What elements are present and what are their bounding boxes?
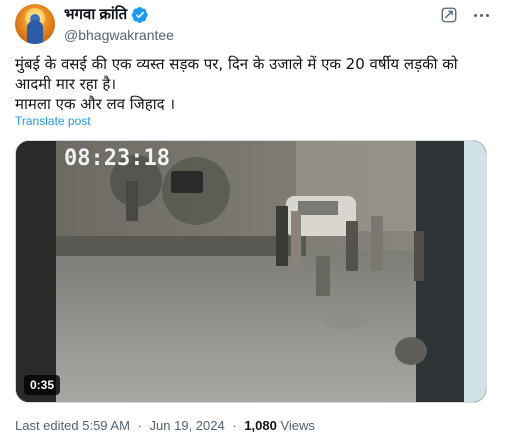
post-metadata: Last edited 5:59 AM · Jun 19, 2024 · 1,0…	[15, 418, 315, 434]
cctv-timestamp: 08:23:18	[64, 146, 170, 171]
post-time[interactable]: 5:59 AM	[82, 418, 130, 433]
views-label: Views	[280, 418, 315, 433]
video-duration-badge: 0:35	[24, 375, 61, 395]
more-icon[interactable]	[470, 5, 492, 25]
video-player[interactable]: 08:23:18 0:35	[15, 140, 487, 403]
tweet: भगवा क्रांति @bhagwakrantee मुंबई के वसई…	[0, 0, 506, 443]
post-text-line-2: मामला एक और लव जिहाद ।	[15, 95, 176, 113]
video-frame: 08:23:18	[16, 141, 486, 402]
meta-separator: ·	[137, 418, 142, 433]
avatar[interactable]	[15, 4, 55, 44]
avatar-figure-body	[27, 20, 43, 44]
post-date[interactable]: Jun 19, 2024	[150, 418, 225, 433]
verified-badge-icon[interactable]	[131, 6, 149, 24]
author-name-row[interactable]: भगवा क्रांति	[64, 6, 149, 24]
edited-label[interactable]: Last edited	[15, 418, 79, 433]
author-handle[interactable]: @bhagwakrantee	[64, 27, 174, 43]
post-text: मुंबई के वसई की एक व्यस्त सड़क पर, दिन क…	[15, 54, 495, 114]
grok-icon[interactable]	[440, 6, 458, 24]
meta-separator: ·	[232, 418, 237, 433]
post-text-line-1: मुंबई के वसई की एक व्यस्त सड़क पर, दिन क…	[15, 55, 458, 93]
translate-post-link[interactable]: Translate post	[15, 114, 91, 128]
views-count: 1,080	[244, 418, 277, 433]
display-name[interactable]: भगवा क्रांति	[64, 6, 127, 24]
